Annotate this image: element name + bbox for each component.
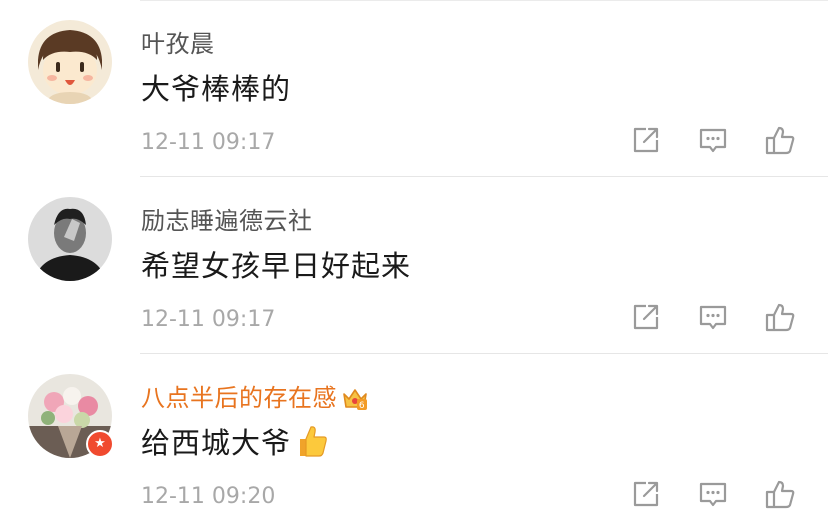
reply-button[interactable] — [697, 301, 729, 333]
like-icon — [765, 303, 795, 332]
timestamp: 12-11 09:17 — [141, 307, 276, 332]
share-button[interactable] — [630, 478, 662, 510]
reply-icon — [699, 305, 727, 330]
like-button[interactable] — [764, 478, 796, 510]
reply-button[interactable] — [697, 124, 729, 156]
like-icon — [765, 126, 795, 155]
share-button[interactable] — [630, 124, 662, 156]
share-icon — [633, 304, 659, 330]
comment-text: 大爷棒棒的 — [141, 72, 292, 106]
svg-text:6: 6 — [359, 401, 365, 411]
crown-icon: 6 — [343, 389, 367, 411]
reply-icon — [699, 128, 727, 153]
comment-text: 希望女孩早日好起来 — [141, 249, 412, 283]
avatar[interactable] — [28, 197, 112, 281]
comment-item: ★ 八点半后的存在感 6 给西城大爷 12-11 09:20 — [0, 354, 828, 531]
share-icon — [633, 481, 659, 507]
reply-button[interactable] — [697, 478, 729, 510]
share-button[interactable] — [630, 301, 662, 333]
username[interactable]: 叶孜晨 — [141, 24, 215, 59]
verified-icon: ★ — [86, 430, 114, 458]
username[interactable]: 八点半后的存在感 6 — [141, 378, 369, 413]
comment-item: 励志睡遍德云社 希望女孩早日好起来 12-11 09:17 — [0, 177, 828, 354]
thumbs-up-emoji — [300, 426, 327, 457]
comment-text: 给西城大爷 — [141, 420, 329, 462]
share-icon — [633, 127, 659, 153]
like-button[interactable] — [764, 301, 796, 333]
timestamp: 12-11 09:17 — [141, 130, 276, 155]
username-text: 八点半后的存在感 — [141, 384, 337, 412]
avatar-cartoon-face — [28, 20, 112, 104]
avatar[interactable] — [28, 20, 112, 104]
username[interactable]: 励志睡遍德云社 — [141, 201, 313, 236]
timestamp: 12-11 09:20 — [141, 484, 276, 509]
comment-item: 叶孜晨 大爷棒棒的 12-11 09:17 — [0, 0, 828, 177]
reply-icon — [699, 482, 727, 507]
avatar-photo — [28, 197, 112, 281]
comment-text-content: 给西城大爷 — [141, 426, 292, 460]
like-button[interactable] — [764, 124, 796, 156]
like-icon — [765, 480, 795, 509]
